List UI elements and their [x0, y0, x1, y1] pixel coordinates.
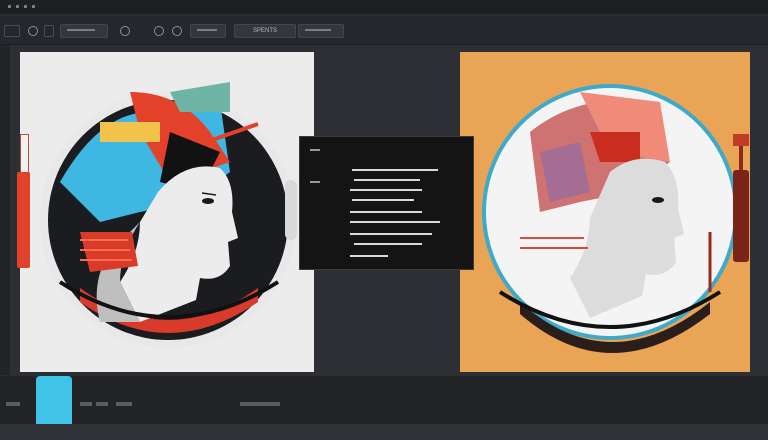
- canvas-left-slider-top[interactable]: [20, 134, 29, 174]
- toolbar: SPENTS: [0, 16, 768, 45]
- status-bar: [0, 424, 768, 440]
- menu-items: [8, 5, 35, 8]
- status-segment: [80, 402, 92, 406]
- opacity-field[interactable]: [190, 24, 226, 38]
- canvas-right-slider[interactable]: [733, 170, 749, 262]
- status-segment: [240, 402, 280, 406]
- portrait-artwork-left: [40, 82, 296, 348]
- menu-item[interactable]: [24, 5, 27, 8]
- canvas-left-slider[interactable]: [17, 172, 30, 268]
- tools-rail: [0, 45, 10, 375]
- brush-size-field[interactable]: [60, 24, 108, 38]
- hand-tool-icon[interactable]: [28, 26, 38, 36]
- status-icon: [6, 402, 20, 406]
- menu-bar: [0, 0, 768, 14]
- menu-item[interactable]: [32, 5, 35, 8]
- layer-row[interactable]: [354, 243, 422, 245]
- layers-panel: [299, 136, 474, 270]
- layer-row[interactable]: [352, 199, 414, 201]
- path-field[interactable]: SPENTS: [234, 24, 296, 38]
- zoom-field[interactable]: [298, 24, 344, 38]
- crop-tool-icon[interactable]: [154, 26, 164, 36]
- panel-header-icon: [310, 149, 320, 151]
- layer-row[interactable]: [352, 169, 438, 171]
- panel-section-icon: [310, 181, 320, 183]
- history-tool-icon[interactable]: [172, 26, 182, 36]
- menu-item[interactable]: [16, 5, 19, 8]
- status-segment: [96, 402, 108, 406]
- layer-row[interactable]: [350, 189, 422, 191]
- marquee-tool-icon[interactable]: [44, 25, 54, 37]
- layer-row[interactable]: [350, 255, 388, 257]
- layer-row[interactable]: [350, 211, 422, 213]
- lasso-tool-icon[interactable]: [120, 26, 130, 36]
- layer-row[interactable]: [350, 233, 432, 235]
- status-segment: [116, 402, 132, 406]
- canvas-divider-handle[interactable]: [285, 180, 297, 240]
- canvas-right-slider-cap[interactable]: [733, 134, 749, 146]
- path-field-label: SPENTS: [253, 28, 278, 34]
- layer-row[interactable]: [354, 179, 420, 181]
- portrait-artwork-right: [482, 84, 738, 353]
- new-document-icon[interactable]: [4, 25, 20, 37]
- bottom-panel: [0, 376, 768, 424]
- layer-row[interactable]: [350, 221, 440, 223]
- canvas-right-slider-neck: [739, 146, 743, 170]
- menu-item[interactable]: [8, 5, 11, 8]
